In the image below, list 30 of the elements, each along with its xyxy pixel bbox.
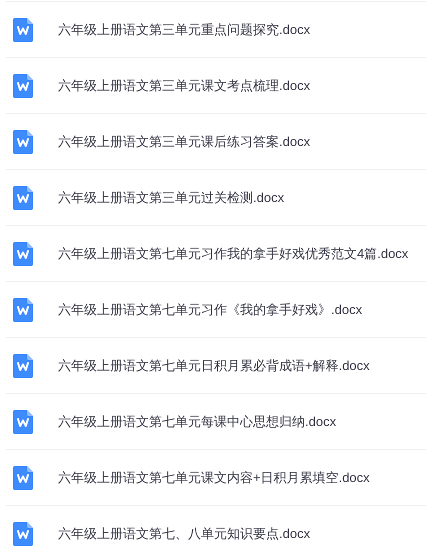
word-document-icon xyxy=(13,18,33,42)
file-row[interactable]: 六年级上册语文第七单元习作《我的拿手好戏》.docx xyxy=(6,282,426,338)
file-row[interactable]: 六年级上册语文第七单元每课中心思想归纳.docx xyxy=(6,394,426,450)
file-name: 六年级上册语文第三单元课后练习答案.docx xyxy=(58,132,310,151)
word-document-icon xyxy=(13,410,33,434)
file-name: 六年级上册语文第三单元重点问题探究.docx xyxy=(58,20,310,39)
word-document-icon xyxy=(13,186,33,210)
file-name: 六年级上册语文第七单元习作我的拿手好戏优秀范文4篇.docx xyxy=(58,244,408,263)
file-name: 六年级上册语文第七、八单元知识要点.docx xyxy=(58,524,310,543)
word-document-icon xyxy=(13,242,33,266)
file-name: 六年级上册语文第三单元过关检测.docx xyxy=(58,188,284,207)
file-row[interactable]: 六年级上册语文第三单元课文考点梳理.docx xyxy=(6,58,426,114)
file-name: 六年级上册语文第七单元每课中心思想归纳.docx xyxy=(58,412,336,431)
word-document-icon xyxy=(13,130,33,154)
file-name: 六年级上册语文第七单元习作《我的拿手好戏》.docx xyxy=(58,300,362,319)
file-row[interactable]: 六年级上册语文第七单元习作我的拿手好戏优秀范文4篇.docx xyxy=(6,226,426,282)
file-row[interactable]: 六年级上册语文第七单元课文内容+日积月累填空.docx xyxy=(6,450,426,506)
file-name: 六年级上册语文第三单元课文考点梳理.docx xyxy=(58,76,310,95)
file-row[interactable]: 六年级上册语文第三单元课后练习答案.docx xyxy=(6,114,426,170)
word-document-icon xyxy=(13,522,33,546)
word-document-icon xyxy=(13,298,33,322)
file-row[interactable]: 六年级上册语文第七、八单元知识要点.docx xyxy=(6,506,426,557)
file-name: 六年级上册语文第七单元日积月累必背成语+解释.docx xyxy=(58,356,370,375)
word-document-icon xyxy=(13,354,33,378)
file-name: 六年级上册语文第七单元课文内容+日积月累填空.docx xyxy=(58,468,370,487)
file-row[interactable]: 六年级上册语文第七单元日积月累必背成语+解释.docx xyxy=(6,338,426,394)
file-row[interactable]: 六年级上册语文第三单元过关检测.docx xyxy=(6,170,426,226)
word-document-icon xyxy=(13,466,33,490)
file-row[interactable]: 六年级上册语文第三单元重点问题探究.docx xyxy=(6,2,426,58)
word-document-icon xyxy=(13,74,33,98)
